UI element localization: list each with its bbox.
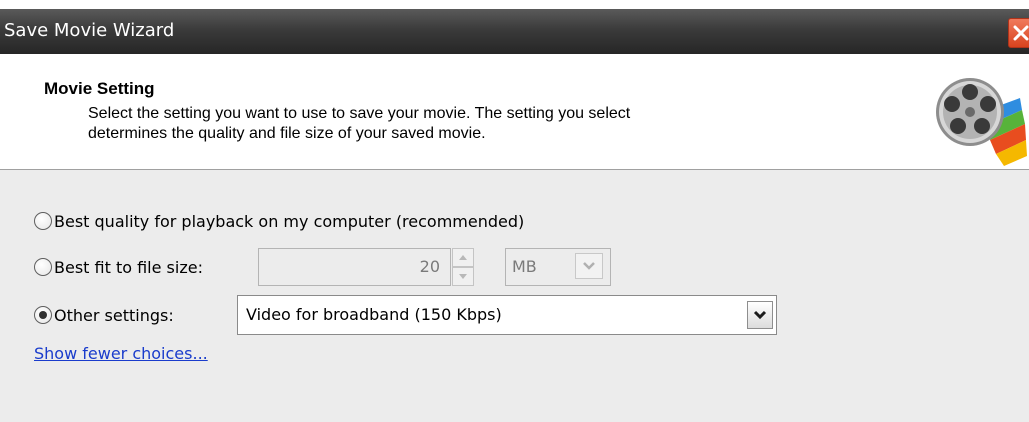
save-movie-wizard-window: Save Movie Wizard Movie Setting Select t…: [0, 0, 1029, 422]
best-quality-radio[interactable]: [34, 212, 52, 230]
description-line-2: determines the quality and file size of …: [88, 125, 486, 142]
close-button[interactable]: [1008, 18, 1029, 48]
description-line-1: Select the setting you want to use to sa…: [88, 105, 631, 122]
title-bar: Save Movie Wizard: [0, 9, 1029, 54]
best-fit-radio[interactable]: [34, 258, 52, 276]
option-best-fit[interactable]: Best fit to file size:: [34, 256, 203, 278]
chevron-down-icon: [583, 262, 595, 270]
option-other-settings[interactable]: Other settings:: [34, 304, 174, 326]
best-fit-label[interactable]: Best fit to file size:: [54, 258, 203, 277]
window-title: Save Movie Wizard: [4, 20, 175, 41]
wizard-header: Movie Setting Select the setting you wan…: [0, 54, 1029, 169]
other-settings-label[interactable]: Other settings:: [54, 306, 174, 325]
option-best-quality[interactable]: Best quality for playback on my computer…: [34, 210, 524, 232]
chevron-down-icon: [753, 310, 767, 320]
page-title: Movie Setting: [44, 79, 155, 98]
settings-dropdown-button[interactable]: [747, 301, 773, 329]
file-size-spinner[interactable]: [452, 248, 474, 286]
other-settings-select[interactable]: Video for broadband (150 Kbps): [237, 295, 777, 335]
best-quality-label[interactable]: Best quality for playback on my computer…: [54, 212, 524, 231]
show-fewer-choices-link[interactable]: Show fewer choices...: [34, 344, 208, 363]
page-description: Select the setting you want to use to sa…: [88, 104, 848, 144]
close-icon: [1013, 25, 1029, 41]
file-size-input[interactable]: 20: [258, 248, 451, 286]
other-settings-radio[interactable]: [34, 306, 52, 324]
movie-film-reel-icon: [936, 78, 1027, 166]
unit-dropdown-button[interactable]: [575, 253, 603, 279]
